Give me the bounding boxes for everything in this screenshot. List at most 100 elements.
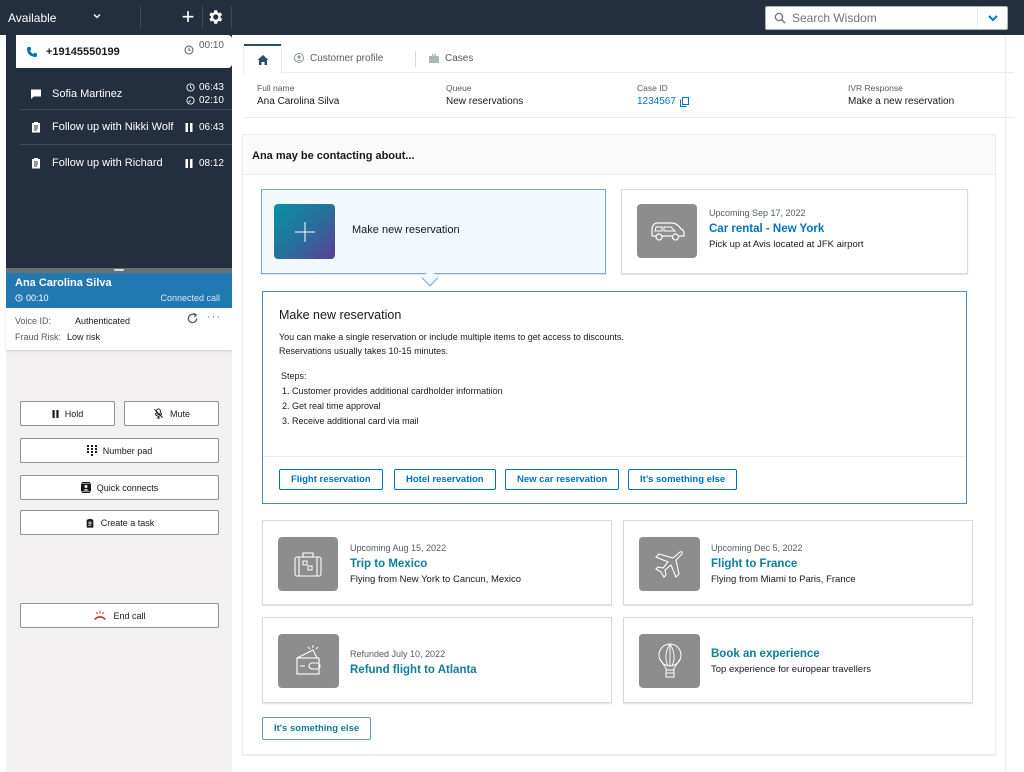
search-dropdown-button[interactable] — [977, 7, 1007, 29]
home-icon — [257, 55, 268, 65]
card-trip-to-mexico[interactable]: Upcoming Aug 15, 2022 Trip to Mexico Fly… — [262, 520, 612, 605]
task-icon — [86, 518, 94, 528]
card-book-experience[interactable]: Book an experience Top experience for eu… — [623, 617, 973, 703]
keypad-icon — [86, 445, 97, 456]
chat-icon — [31, 89, 41, 99]
timer-icon — [186, 96, 195, 105]
case-id-link[interactable]: 1234567 — [637, 96, 676, 107]
contact-item[interactable]: Follow up with Richard 08:12 — [6, 145, 232, 181]
voice-id-label: Voice ID: — [15, 316, 52, 326]
card-title: Car rental - New York — [709, 223, 825, 235]
contact-name: +19145550199 — [46, 45, 120, 58]
wallet-icon — [278, 634, 339, 688]
attr-case-id: Case ID 1234567 — [637, 83, 689, 107]
card-make-new-reservation[interactable]: Make new reservation — [261, 189, 606, 287]
card-date: Refunded July 10, 2022 — [350, 649, 446, 659]
card-refund-flight[interactable]: Refunded July 10, 2022 Refund flight to … — [262, 617, 612, 703]
contact-times: 06:43 02:10 — [186, 81, 224, 107]
detail-line: Reservations usually takes 10-15 minutes… — [279, 346, 449, 356]
number-pad-button[interactable]: Number pad — [20, 438, 219, 463]
clock-icon — [15, 294, 23, 302]
hang-up-icon — [94, 611, 107, 620]
card-description: Flying from Miami to Paris, France — [711, 574, 856, 585]
gear-icon[interactable] — [206, 8, 224, 26]
contact-list: +19145550199 00:10 Sofia Martinez 06:43 … — [6, 35, 232, 270]
create-task-button[interactable]: Create a task — [20, 510, 219, 535]
card-description: Flying from New York to Cancun, Mexico — [350, 574, 522, 585]
contact-item[interactable]: Follow up with Nikki Wolf 06:43 — [6, 110, 232, 144]
pause-icon — [52, 409, 59, 418]
tab-customer-profile[interactable]: Customer profile — [294, 43, 383, 73]
tab-cases[interactable]: Cases — [429, 43, 473, 73]
card-date: Upcoming Dec 5, 2022 — [711, 543, 803, 553]
call-duration: 00:10 — [15, 293, 49, 303]
contact-card-icon — [80, 482, 91, 493]
card-title: Trip to Mexico — [350, 558, 428, 570]
search-wisdom — [765, 6, 1008, 30]
panel-header: Ana may be contacting about... — [243, 135, 995, 175]
something-else-button[interactable]: It’s something else — [628, 469, 738, 490]
tab-home[interactable] — [244, 44, 281, 74]
agent-status-dropdown[interactable]: Available — [8, 0, 56, 35]
phone-icon — [27, 46, 37, 57]
card-car-rental[interactable]: Upcoming Sep 17, 2022 Car rental - New Y… — [621, 189, 968, 274]
caller-name: Ana Carolina Silva — [15, 277, 112, 289]
task-icon — [32, 158, 40, 169]
attr-queue: Queue New reservations — [446, 83, 524, 107]
call-status: Connected call — [160, 293, 220, 303]
card-title: Make new reservation — [352, 224, 460, 236]
more-options-icon[interactable]: ··· — [207, 311, 221, 323]
contact-item[interactable]: Sofia Martinez 06:43 02:10 — [6, 79, 232, 109]
user-icon — [294, 53, 304, 63]
step-item: 1. Customer provides additional cardhold… — [282, 386, 503, 396]
voice-id-value: Authenticated — [75, 316, 131, 326]
mic-off-icon — [154, 408, 163, 419]
clock-icon — [184, 45, 194, 54]
plus-icon[interactable]: + — [178, 4, 198, 30]
copy-icon[interactable] — [679, 96, 689, 107]
attr-full-name: Full name Ana Carolina Silva — [257, 83, 340, 107]
fraud-risk-label: Fraud Risk: — [15, 332, 62, 342]
divider — [263, 456, 966, 457]
top-bar: Available + — [0, 0, 1024, 35]
card-description: Pick up at Avis located at JFK airport — [709, 239, 864, 250]
card-flight-to-france[interactable]: Upcoming Dec 5, 2022 Flight to France Fl… — [623, 520, 973, 605]
contact-name: Follow up with Nikki Wolf — [52, 121, 174, 133]
mute-button[interactable]: Mute — [124, 401, 219, 426]
card-date: Upcoming Sep 17, 2022 — [709, 208, 806, 218]
contact-item-active[interactable]: +19145550199 00:10 — [16, 35, 232, 68]
card-description: Top experience for europear travellers — [711, 664, 872, 675]
contact-time: 00:10 — [198, 40, 224, 51]
tab-bar: Customer profile Cases — [244, 43, 1014, 74]
panel-title: Ana may be contacting about... — [252, 150, 415, 162]
hold-button[interactable]: Hold — [20, 401, 115, 426]
contact-time: 08:12 — [198, 157, 224, 169]
quick-connects-button[interactable]: Quick connects — [20, 475, 219, 500]
contact-time: 06:43 — [198, 121, 224, 133]
divider — [202, 6, 203, 28]
contact-name: Follow up with Richard — [52, 157, 163, 169]
refresh-icon[interactable] — [186, 312, 199, 325]
flight-reservation-button[interactable]: Flight reservation — [279, 469, 383, 490]
search-input[interactable] — [792, 11, 972, 25]
active-call-header: Ana Carolina Silva 00:10 Connected call — [6, 273, 232, 308]
something-else-button-bottom[interactable]: It's something else — [262, 717, 372, 740]
detail-title: Make new reservation — [279, 308, 402, 322]
step-item: 3. Receive additional card via mail — [282, 416, 419, 426]
detail-line: You can make a single reservation or inc… — [279, 332, 624, 342]
plus-tile-icon — [274, 204, 335, 259]
contact-name: Sofia Martinez — [52, 88, 123, 100]
fraud-risk-value: Low risk — [67, 332, 101, 342]
card-title: Flight to France — [711, 558, 798, 570]
hotel-reservation-button[interactable]: Hotel reservation — [394, 469, 496, 490]
card-date: Upcoming Aug 15, 2022 — [350, 543, 447, 553]
step-item: 2. Get real time approval — [282, 401, 381, 411]
chevron-down-icon[interactable] — [92, 11, 102, 21]
divider — [415, 51, 416, 67]
end-call-button[interactable]: End call — [20, 603, 219, 628]
clock-icon — [186, 83, 195, 92]
new-car-reservation-button[interactable]: New car reservation — [505, 469, 620, 490]
car-icon — [637, 204, 697, 258]
briefcase-icon — [429, 53, 439, 63]
card-title: Book an experience — [711, 648, 820, 660]
